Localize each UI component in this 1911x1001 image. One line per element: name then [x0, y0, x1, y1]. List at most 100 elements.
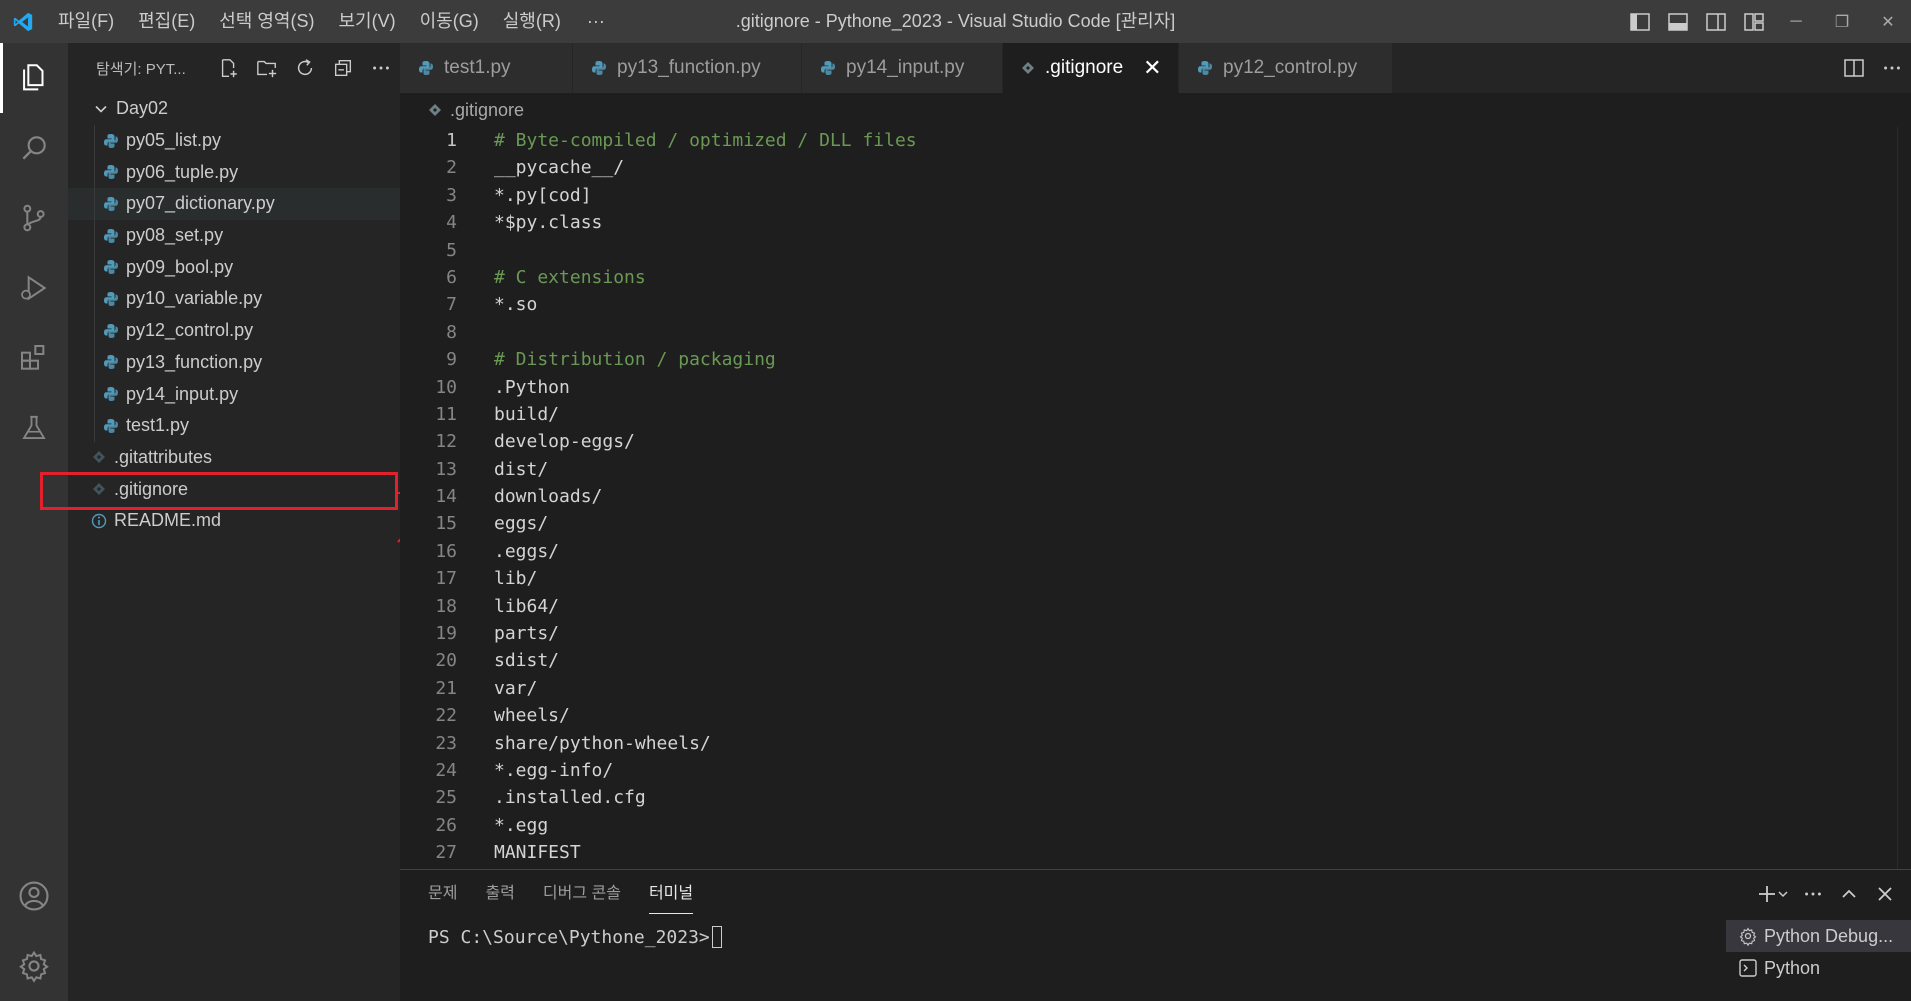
- run-debug-button[interactable]: [0, 253, 68, 323]
- code-editor[interactable]: 1 # Byte-compiled / optimized / DLL files…: [400, 127, 1911, 869]
- accounts-button[interactable]: [0, 861, 68, 931]
- code-line[interactable]: 2 __pycache__/: [400, 154, 1911, 181]
- close-window-button[interactable]: ✕: [1865, 0, 1911, 43]
- file-item[interactable]: py05_list.py: [68, 124, 400, 157]
- file-item[interactable]: py08_set.py: [68, 219, 400, 252]
- manage-button[interactable]: [0, 931, 68, 1001]
- code-line[interactable]: 17 lib/: [400, 565, 1911, 592]
- code-line[interactable]: 23 share/python-wheels/: [400, 730, 1911, 757]
- menu-view[interactable]: 보기(V): [326, 0, 407, 43]
- breadcrumb-item[interactable]: .gitignore: [450, 100, 524, 121]
- code-text: downloads/: [494, 486, 603, 508]
- code-line[interactable]: 9 # Distribution / packaging: [400, 346, 1911, 373]
- tab-terminal[interactable]: 터미널: [635, 870, 707, 918]
- code-line[interactable]: 13 dist/: [400, 456, 1911, 483]
- code-line[interactable]: 4 *$py.class: [400, 209, 1911, 236]
- account-icon: [19, 881, 49, 911]
- plus-dropdown-icon: [1759, 886, 1788, 902]
- toggle-panel-button[interactable]: [1659, 0, 1697, 43]
- menu-selection[interactable]: 선택 영역(S): [207, 0, 326, 43]
- search-button[interactable]: [0, 113, 68, 183]
- tab-debug-console[interactable]: 디버그 콘솔: [529, 870, 635, 918]
- code-line[interactable]: 7 *.so: [400, 291, 1911, 318]
- minimize-button[interactable]: ─: [1773, 0, 1819, 43]
- extensions-button[interactable]: [0, 323, 68, 393]
- tab-problems[interactable]: 문제: [414, 870, 471, 918]
- code-line[interactable]: 18 lib64/: [400, 593, 1911, 620]
- menu-edit[interactable]: 편집(E): [126, 0, 207, 43]
- tab-gitignore[interactable]: .gitignore ✕: [1003, 43, 1179, 93]
- tab-output[interactable]: 출력: [471, 870, 528, 918]
- terminal-more-button[interactable]: [1795, 876, 1831, 912]
- new-file-button[interactable]: [210, 52, 248, 84]
- menu-run[interactable]: 실행(R): [491, 0, 573, 43]
- code-line[interactable]: 10 .Python: [400, 374, 1911, 401]
- restore-button[interactable]: ❐: [1819, 0, 1865, 43]
- terminal-output[interactable]: PS C:\Source\Pythone_2023>: [400, 926, 1911, 948]
- close-panel-button[interactable]: [1867, 876, 1903, 912]
- editor-scrollbar[interactable]: [1897, 127, 1911, 869]
- file-item[interactable]: test1.py: [68, 409, 400, 442]
- menu-more-button[interactable]: ···: [573, 11, 619, 32]
- tab-close-icon[interactable]: ✕: [1143, 55, 1161, 81]
- title-bar: 파일(F) 편집(E) 선택 영역(S) 보기(V) 이동(G) 실행(R) ·…: [0, 0, 1911, 43]
- files-icon: [23, 64, 44, 91]
- breadcrumb: .gitignore: [400, 93, 1911, 127]
- code-line[interactable]: 8: [400, 319, 1911, 346]
- toggle-primary-sidebar-button[interactable]: [1621, 0, 1659, 43]
- terminal-item-python[interactable]: Python: [1726, 952, 1911, 984]
- tab-py14-input[interactable]: py14_input.py: [802, 43, 1003, 93]
- code-line[interactable]: 27 MANIFEST: [400, 839, 1911, 866]
- folder-day02[interactable]: Day02: [68, 93, 400, 125]
- file-item[interactable]: py13_function.py: [68, 346, 400, 379]
- code-text: *$py.class: [494, 212, 603, 234]
- code-line[interactable]: 5: [400, 237, 1911, 264]
- file-item[interactable]: py07_dictionary.py: [68, 188, 400, 220]
- source-control-button[interactable]: [0, 183, 68, 253]
- explorer-more-button[interactable]: [362, 52, 400, 84]
- new-file-icon: [221, 59, 237, 78]
- tab-test1[interactable]: test1.py: [400, 43, 573, 93]
- editor-more-button[interactable]: [1873, 47, 1911, 90]
- code-line[interactable]: 15 eggs/: [400, 510, 1911, 537]
- code-line[interactable]: 12 develop-eggs/: [400, 428, 1911, 455]
- split-editor-button[interactable]: [1835, 47, 1873, 90]
- file-item[interactable]: py14_input.py: [68, 378, 400, 410]
- maximize-panel-button[interactable]: [1831, 876, 1867, 912]
- git-file-icon: [428, 103, 442, 117]
- tab-py12-control[interactable]: py12_control.py: [1179, 43, 1393, 93]
- code-line[interactable]: 24 *.egg-info/: [400, 757, 1911, 784]
- code-line[interactable]: 21 var/: [400, 675, 1911, 702]
- terminal-item-python-debug[interactable]: Python Debug...: [1726, 920, 1911, 952]
- code-line[interactable]: 16 .eggs/: [400, 538, 1911, 565]
- code-line[interactable]: 6 # C extensions: [400, 264, 1911, 291]
- menu-file[interactable]: 파일(F): [46, 0, 126, 43]
- menu-go[interactable]: 이동(G): [408, 0, 491, 43]
- code-line[interactable]: 3 *.py[cod]: [400, 182, 1911, 209]
- tab-py13-function[interactable]: py13_function.py: [573, 43, 802, 93]
- explorer-button[interactable]: [0, 43, 68, 113]
- code-line[interactable]: 26 *.egg: [400, 812, 1911, 839]
- refresh-explorer-button[interactable]: [286, 52, 324, 84]
- toggle-secondary-sidebar-button[interactable]: [1697, 0, 1735, 43]
- tab-label: py12_control.py: [1223, 57, 1358, 78]
- customize-layout-button[interactable]: [1735, 0, 1773, 43]
- code-line[interactable]: 1 # Byte-compiled / optimized / DLL files: [400, 127, 1911, 154]
- code-line[interactable]: 11 build/: [400, 401, 1911, 428]
- code-line[interactable]: 22 wheels/: [400, 702, 1911, 729]
- code-line[interactable]: 20 sdist/: [400, 647, 1911, 674]
- code-line[interactable]: 14 downloads/: [400, 483, 1911, 510]
- python-file-icon: [100, 226, 122, 246]
- testing-button[interactable]: [0, 393, 68, 463]
- new-terminal-button[interactable]: [1751, 876, 1795, 912]
- explorer-title: 탐색기: PYT...: [96, 60, 186, 78]
- file-item[interactable]: py12_control.py: [68, 314, 400, 347]
- file-item[interactable]: py09_bool.py: [68, 251, 400, 283]
- file-item[interactable]: py10_variable.py: [68, 283, 400, 315]
- collapse-folders-button[interactable]: [324, 52, 362, 84]
- code-line[interactable]: 19 parts/: [400, 620, 1911, 647]
- code-line[interactable]: 25 .installed.cfg: [400, 784, 1911, 811]
- file-item-gitattributes[interactable]: .gitattributes: [68, 442, 400, 474]
- new-folder-button[interactable]: [248, 52, 286, 84]
- file-item[interactable]: py06_tuple.py: [68, 156, 400, 188]
